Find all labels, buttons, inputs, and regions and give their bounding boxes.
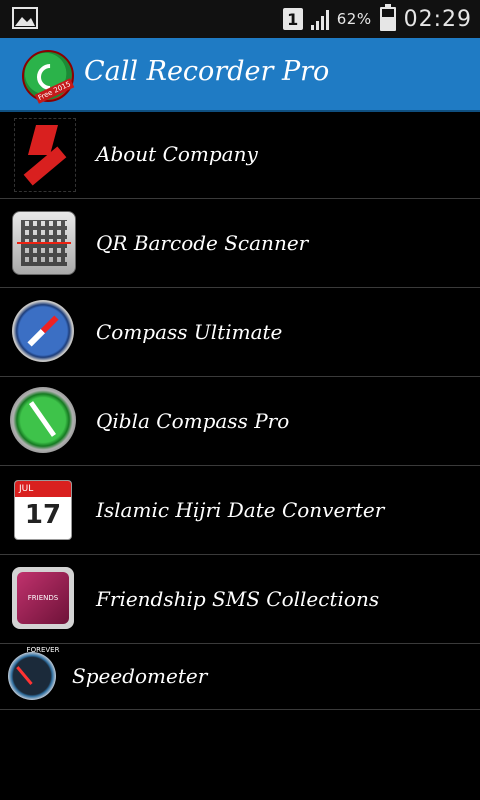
battery-fill	[381, 16, 394, 29]
list-item-label: Speedometer	[72, 664, 208, 688]
list-item-label: About Company	[96, 142, 258, 166]
action-bar: Free 2015 Call Recorder Pro	[0, 38, 480, 112]
app-list: About Company QR Barcode Scanner Compass…	[0, 110, 480, 710]
list-item-hijri-date-converter[interactable]: JUL 17 Islamic Hijri Date Converter	[0, 466, 480, 555]
list-item-qr-barcode-scanner[interactable]: QR Barcode Scanner	[0, 199, 480, 288]
image-notification-icon	[12, 7, 38, 29]
call-recorder-logo-icon[interactable]: Free 2015	[22, 50, 75, 104]
list-item-label: Compass Ultimate	[96, 320, 283, 344]
compass-icon	[12, 300, 74, 362]
list-item-qibla-compass-pro[interactable]: Qibla Compass Pro	[0, 377, 480, 466]
speedometer-icon	[8, 652, 56, 700]
list-item-label: QR Barcode Scanner	[96, 231, 309, 255]
qibla-compass-icon	[10, 387, 76, 453]
sim-icon: 1	[282, 8, 303, 30]
friendship-sms-icon: FRIENDS FOREVER	[12, 567, 74, 654]
list-item-label: Friendship SMS Collections	[96, 587, 380, 611]
page-title: Call Recorder Pro	[84, 56, 330, 87]
list-item-label: Islamic Hijri Date Converter	[96, 498, 385, 522]
calendar-header: JUL	[15, 481, 71, 497]
clock: 02:29	[403, 6, 472, 32]
qr-scanner-icon	[12, 211, 76, 275]
status-bar: 1 62% 02:29	[0, 0, 480, 38]
list-item-label: Qibla Compass Pro	[96, 409, 290, 433]
list-item-speedometer[interactable]: Speedometer	[0, 644, 480, 710]
company-logo-icon	[14, 118, 76, 192]
list-item-compass-ultimate[interactable]: Compass Ultimate	[0, 288, 480, 377]
list-item-friendship-sms[interactable]: FRIENDS FOREVER Friendship SMS Collectio…	[0, 555, 480, 654]
status-icons: 1 62% 02:29	[282, 0, 472, 38]
calendar-day: 17	[24, 500, 62, 530]
battery-percent: 62%	[336, 10, 372, 28]
friendship-icon-text: FRIENDS FOREVER	[17, 572, 69, 654]
list-item-about-company[interactable]: About Company	[0, 110, 480, 199]
battery-icon	[379, 4, 396, 31]
calendar-icon: JUL 17	[14, 480, 72, 540]
signal-icon	[310, 8, 329, 30]
